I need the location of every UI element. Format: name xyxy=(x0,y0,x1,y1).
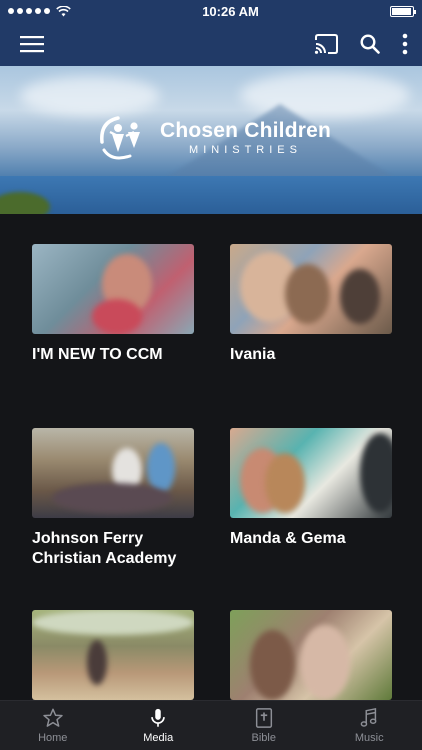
more-vertical-icon[interactable] xyxy=(402,33,408,55)
tab-home[interactable]: Home xyxy=(0,701,106,750)
media-thumbnail[interactable] xyxy=(32,244,194,334)
logo-children-icon xyxy=(100,116,140,160)
status-bar: 10:26 AM xyxy=(0,0,422,22)
tab-bible[interactable]: Bible xyxy=(211,701,317,750)
app-bar xyxy=(0,22,422,66)
media-card[interactable]: Johnson Ferry Christian Academy xyxy=(32,428,194,569)
signal-strength-icon xyxy=(8,8,50,14)
status-time: 10:26 AM xyxy=(202,3,259,19)
media-card[interactable]: Manda & Gema xyxy=(230,428,392,549)
media-title: I'M NEW TO CCM xyxy=(32,346,163,363)
status-left xyxy=(8,5,71,17)
tab-label: Home xyxy=(38,732,68,744)
hamburger-menu-icon[interactable] xyxy=(20,35,44,53)
search-icon[interactable] xyxy=(360,34,380,54)
star-icon xyxy=(43,708,63,727)
logo-text: Chosen Children MINISTRIES xyxy=(160,119,331,156)
media-title: Johnson Ferry Christian Academy xyxy=(32,530,177,567)
bottom-tab-bar: Home Media Bible Music xyxy=(0,700,422,750)
battery-icon xyxy=(389,5,416,17)
logo-title: Chosen Children xyxy=(160,118,332,142)
media-thumbnail[interactable] xyxy=(32,428,194,518)
tab-label: Music xyxy=(354,732,384,744)
media-thumbnail[interactable] xyxy=(230,428,392,518)
ministry-logo: Chosen Children MINISTRIES xyxy=(96,112,331,162)
media-thumbnail[interactable] xyxy=(230,244,392,334)
microphone-icon xyxy=(151,708,166,727)
media-title: Manda & Gema xyxy=(230,530,346,547)
tab-label: Bible xyxy=(251,732,276,744)
wifi-icon xyxy=(56,5,71,16)
tab-label: Media xyxy=(143,732,174,744)
logo-subtitle: MINISTRIES xyxy=(189,143,302,156)
media-card[interactable]: I'M NEW TO CCM xyxy=(32,244,194,365)
hero-banner: Chosen Children MINISTRIES xyxy=(0,66,422,214)
media-title: Ivania xyxy=(230,346,276,363)
music-note-icon xyxy=(360,707,377,727)
media-thumbnail[interactable] xyxy=(32,610,194,700)
media-card[interactable] xyxy=(230,610,392,711)
tab-media[interactable]: Media xyxy=(106,701,212,750)
battery-level xyxy=(391,7,411,15)
media-card[interactable] xyxy=(32,610,194,711)
app-bar-actions xyxy=(314,33,408,55)
media-card[interactable]: Ivania xyxy=(230,244,392,365)
media-thumbnail[interactable] xyxy=(230,610,392,700)
bible-icon xyxy=(255,708,272,728)
cast-icon[interactable] xyxy=(314,34,338,54)
tab-music[interactable]: Music xyxy=(317,701,422,750)
